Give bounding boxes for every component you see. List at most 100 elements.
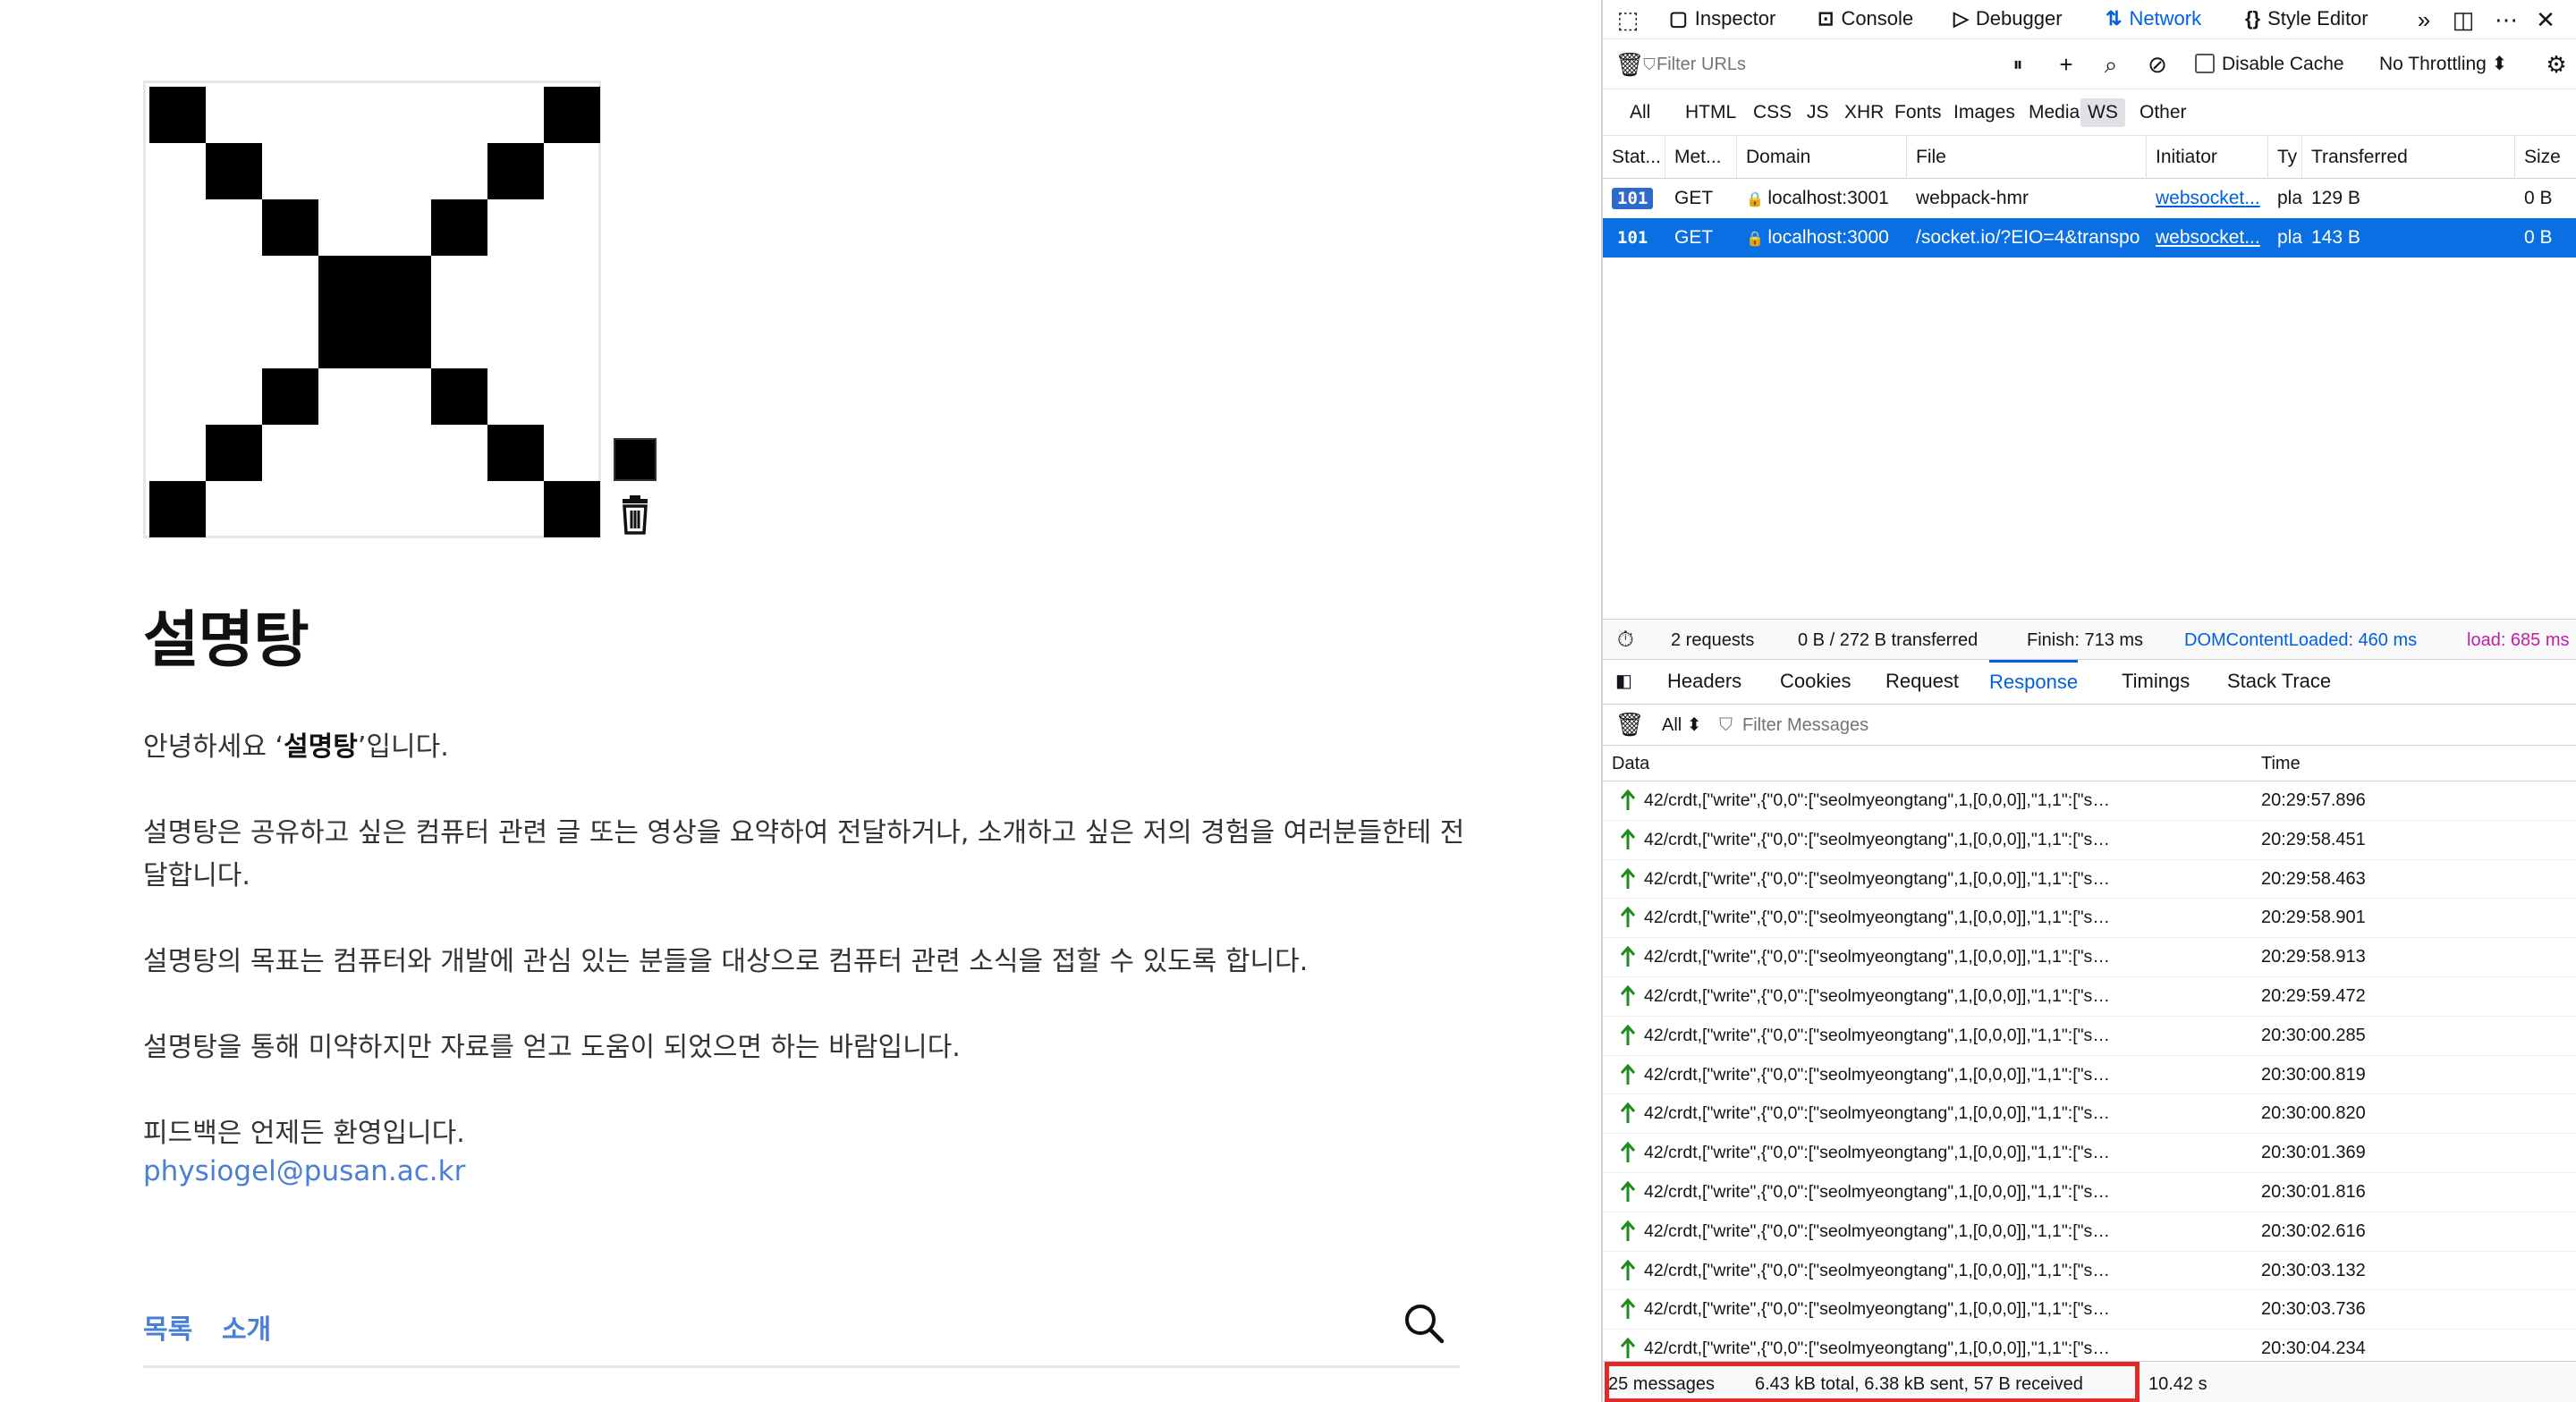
message-row[interactable]: 42/crdt,["write",{"0,0":["seolmyeongtang… [1603, 781, 2576, 821]
sidebar-toggle-icon[interactable]: ◧ [1615, 660, 1632, 703]
message-row[interactable]: 42/crdt,["write",{"0,0":["seolmyeongtang… [1603, 977, 2576, 1017]
tab-headers[interactable]: Headers [1667, 660, 1741, 703]
gear-icon[interactable]: ⚙ [2540, 48, 2572, 80]
pixel-grid[interactable] [149, 87, 600, 537]
pixel-cell[interactable] [318, 312, 375, 368]
request-transferred-text: 143 B [2311, 227, 2360, 248]
pixel-cell[interactable] [375, 312, 431, 368]
initiator-link[interactable]: websocket... [2156, 188, 2260, 208]
request-file-text: /socket.io/?EIO=4&transpo [1916, 227, 2140, 248]
page-title: 설명탕 [143, 605, 309, 676]
pixel-cell[interactable] [487, 143, 544, 199]
request-status: 101 [1603, 179, 1665, 218]
message-row[interactable]: 42/crdt,["write",{"0,0":["seolmyeongtang… [1603, 1290, 2576, 1330]
message-row[interactable]: 42/crdt,["write",{"0,0":["seolmyeongtang… [1603, 1173, 2576, 1212]
filter-messages-input[interactable]: Filter Messages [1742, 705, 1868, 746]
request-size: 0 B [2515, 218, 2576, 258]
request-initiator[interactable]: websocket... [2147, 218, 2268, 258]
tab-response[interactable]: Response [1989, 660, 2079, 703]
block-icon[interactable]: ⊘ [2141, 48, 2174, 80]
pixel-cell[interactable] [262, 199, 318, 256]
pixel-cell[interactable] [487, 425, 544, 481]
col-initiator[interactable]: Initiator [2147, 136, 2268, 179]
disable-cache-checkbox[interactable] [2195, 54, 2215, 73]
more-tools-icon[interactable]: » [2408, 4, 2440, 36]
tab-debugger[interactable]: ▷ Debugger [1953, 0, 2063, 38]
type-filter-all[interactable]: All [1623, 98, 1657, 127]
search-icon[interactable] [1402, 1302, 1445, 1345]
col-method[interactable]: Met... [1665, 136, 1737, 179]
message-row[interactable]: 42/crdt,["write",{"0,0":["seolmyeongtang… [1603, 860, 2576, 899]
initiator-link[interactable]: websocket... [2156, 227, 2260, 248]
add-icon[interactable]: + [2050, 48, 2082, 80]
type-filter-other[interactable]: Other [2132, 98, 2194, 127]
email-link[interactable]: physiogel@pusan.ac.kr [143, 1155, 465, 1187]
clear-messages-icon[interactable]: 🗑 [1614, 708, 1646, 740]
type-filter-xhr[interactable]: XHR [1837, 98, 1891, 127]
tab-inspector[interactable]: ▢ Inspector [1669, 0, 1775, 38]
pixel-cell[interactable] [262, 368, 318, 425]
request-row[interactable]: 101 GET 🔒 localhost:3000/socket.io/?EIO=4&… [1603, 218, 2576, 258]
tab-timings[interactable]: Timings [2122, 660, 2190, 703]
paragraph-2: 설명탕의 목표는 컴퓨터와 개발에 관심 있는 분들을 대상으로 컴퓨터 관련 … [143, 946, 1309, 977]
col-file[interactable]: File [1907, 136, 2147, 179]
type-filter-js[interactable]: JS [1800, 98, 1836, 127]
search-icon-devtools[interactable]: ⌕ [2095, 48, 2127, 80]
pixel-cell[interactable] [206, 143, 262, 199]
nav-about-link[interactable]: 소개 [222, 1307, 271, 1347]
col-domain[interactable]: Domain [1737, 136, 1907, 179]
pixel-cell[interactable] [544, 481, 600, 537]
message-row[interactable]: 42/crdt,["write",{"0,0":["seolmyeongtang… [1603, 1252, 2576, 1291]
type-filter-media[interactable]: Media [2021, 98, 2087, 127]
pixel-cell[interactable] [544, 87, 600, 143]
message-row[interactable]: 42/crdt,["write",{"0,0":["seolmyeongtang… [1603, 1134, 2576, 1173]
footer-duration: 10.42 s [2148, 1374, 2207, 1394]
pixel-cell[interactable] [431, 368, 487, 425]
pixel-art-canvas[interactable] [143, 80, 601, 538]
pixel-cell[interactable] [149, 87, 206, 143]
pixel-cell[interactable] [375, 256, 431, 312]
message-row[interactable]: 42/crdt,["write",{"0,0":["seolmyeongtang… [1603, 938, 2576, 977]
col-transferred[interactable]: Transferred [2302, 136, 2515, 179]
type-filter-fonts[interactable]: Fonts [1887, 98, 1949, 127]
message-row[interactable]: 42/crdt,["write",{"0,0":["seolmyeongtang… [1603, 821, 2576, 860]
message-type-select[interactable]: All ⬍ [1662, 705, 1702, 746]
type-filter-images[interactable]: Images [1946, 98, 2022, 127]
pixel-cell[interactable] [431, 199, 487, 256]
request-initiator[interactable]: websocket... [2147, 179, 2268, 218]
col-type[interactable]: Ty [2268, 136, 2302, 179]
message-row[interactable]: 42/crdt,["write",{"0,0":["seolmyeongtang… [1603, 1017, 2576, 1056]
tab-stack-trace[interactable]: Stack Trace [2227, 660, 2331, 703]
tab-cookies[interactable]: Cookies [1780, 660, 1851, 703]
tab-style-editor[interactable]: {} Style Editor [2245, 0, 2368, 38]
pixel-cell[interactable] [206, 425, 262, 481]
message-data: 42/crdt,["write",{"0,0":["seolmyeongtang… [1644, 868, 2118, 889]
nav-list-link[interactable]: 목록 [143, 1307, 192, 1347]
tab-console[interactable]: ⊡ Console [1818, 0, 1913, 38]
type-filter-css[interactable]: CSS [1746, 98, 1799, 127]
col-status[interactable]: Stat... [1603, 136, 1665, 179]
tab-request[interactable]: Request [1885, 660, 1959, 703]
detail-tabs: ◧ Headers Cookies Request Response Timin… [1603, 660, 2576, 705]
message-row[interactable]: 42/crdt,["write",{"0,0":["seolmyeongtang… [1603, 899, 2576, 939]
type-filter-ws[interactable]: WS [2080, 98, 2125, 127]
pixel-cell[interactable] [149, 481, 206, 537]
filter-urls-input[interactable] [1657, 48, 1979, 80]
throttling-select[interactable]: No Throttling ⬍ [2379, 48, 2507, 80]
message-row[interactable]: 42/crdt,["write",{"0,0":["seolmyeongtang… [1603, 1094, 2576, 1135]
tab-network[interactable]: ⇅ Network [2106, 0, 2201, 38]
request-row[interactable]: 101 GET 🔒 localhost:3001 webpack-hmr websock… [1603, 179, 2576, 218]
element-picker-icon[interactable]: ⬚ [1612, 4, 1644, 36]
message-row[interactable]: 42/crdt,["write",{"0,0":["seolmyeongtang… [1603, 1056, 2576, 1095]
message-time: 20:30:01.816 [2261, 1182, 2366, 1202]
pixel-cell[interactable] [318, 256, 375, 312]
trash-icon[interactable] [617, 495, 653, 535]
message-row[interactable]: 42/crdt,["write",{"0,0":["seolmyeongtang… [1603, 1212, 2576, 1252]
color-swatch[interactable] [614, 438, 657, 481]
close-icon[interactable]: ✕ [2529, 4, 2562, 36]
kebab-menu-icon[interactable]: ⋯ [2490, 4, 2522, 36]
col-size[interactable]: Size [2515, 136, 2576, 179]
type-filter-html[interactable]: HTML [1678, 98, 1743, 127]
pause-icon[interactable]: ⏸ [2002, 48, 2034, 80]
dock-icon[interactable]: ◫ [2447, 4, 2479, 36]
